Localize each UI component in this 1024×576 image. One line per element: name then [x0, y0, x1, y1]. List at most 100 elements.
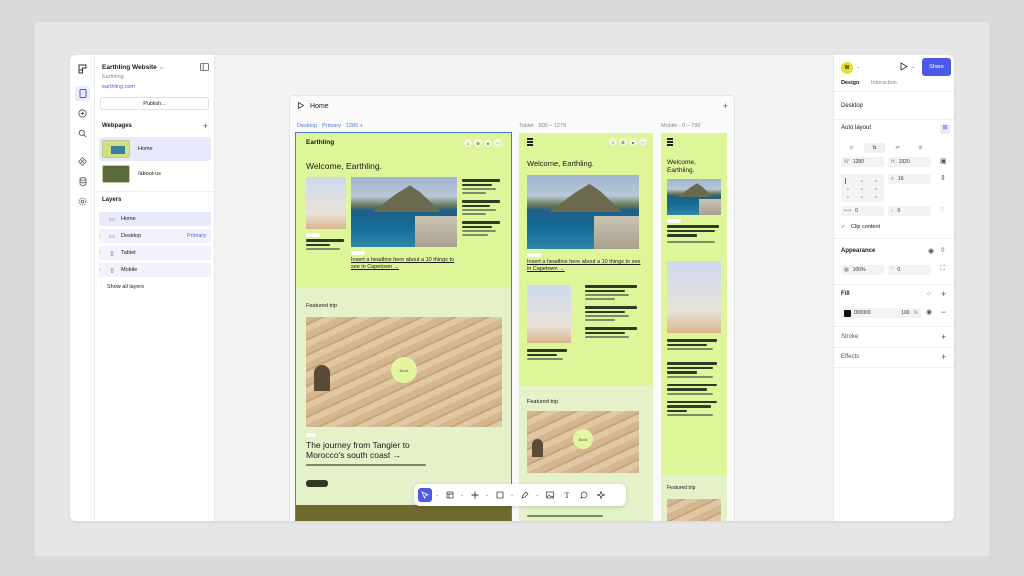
blend-icon[interactable]: ◊	[941, 247, 944, 254]
tab-interaction[interactable]: Interaction	[871, 80, 897, 86]
remove-fill-icon[interactable]: −	[941, 307, 946, 317]
avatar[interactable]: W	[841, 62, 853, 74]
component-icon[interactable]	[468, 488, 482, 502]
page-thumbnail	[102, 165, 130, 183]
desktop-frame[interactable]: Earthling ⌂ ⚙ ● ⋯ Welcome, Earthling. Inser…	[295, 132, 512, 521]
layer-label: Mobile	[121, 267, 138, 273]
cursor-icon[interactable]	[418, 488, 432, 502]
opacity-field[interactable]: ▦ 100%	[841, 265, 884, 275]
pen-icon[interactable]	[518, 488, 532, 502]
tab-design[interactable]: Design	[841, 80, 859, 86]
featured-excerpt	[306, 464, 436, 468]
visibility-icon[interactable]: ◉	[926, 308, 932, 316]
auto-layout-icon[interactable]: ⊞	[940, 124, 950, 134]
padding-settings-icon[interactable]: ◌	[940, 206, 944, 213]
chevron-right-icon[interactable]: ›	[99, 267, 107, 273]
database-icon[interactable]	[75, 174, 90, 189]
featured-headline[interactable]: The journey from Tangier to Morocco's so…	[306, 440, 426, 460]
chevron-down-icon[interactable]: ⌄	[535, 492, 540, 498]
read-more-button[interactable]	[306, 480, 328, 487]
chevron-down-icon[interactable]: ⌄	[510, 492, 515, 498]
vertical-layout-icon[interactable]: ⇅	[864, 143, 885, 153]
layer-tablet[interactable]: › ▯ Tablet	[99, 246, 211, 260]
auto-layout-heading: Auto layout	[841, 125, 872, 131]
add-fill-icon[interactable]: +	[941, 289, 946, 299]
comment-icon[interactable]	[577, 488, 591, 502]
article-headline[interactable]: Insert a headline here about a 10 things…	[527, 259, 643, 273]
add-page-icon[interactable]: +	[203, 122, 208, 131]
play-icon[interactable]	[298, 101, 305, 111]
preview-play-icon[interactable]	[900, 62, 908, 73]
publish-button[interactable]: Publish...	[100, 97, 209, 110]
radius-field[interactable]: ⌜ 0	[888, 265, 931, 275]
pages-icon[interactable]	[75, 86, 90, 101]
width-field[interactable]: W 1280	[841, 157, 884, 167]
chevron-down-icon[interactable]: ⌄	[435, 492, 440, 498]
padding-v-icon: ↕	[891, 208, 894, 214]
tool-rail	[70, 55, 95, 521]
search-icon[interactable]	[75, 126, 90, 141]
page-item-about[interactable]: /about-us	[99, 162, 211, 186]
image-icon[interactable]	[543, 488, 557, 502]
horizontal-layout-icon[interactable]: ⇄	[887, 143, 908, 153]
layer-mobile[interactable]: › ▯ Mobile	[99, 263, 211, 277]
header-icons: ⌂ ⚙ ● ⋯	[609, 138, 647, 146]
show-all-layers[interactable]: ⋮ Show all layers	[99, 280, 211, 294]
app-logo-icon[interactable]	[75, 61, 90, 76]
share-button[interactable]: Share	[922, 58, 951, 76]
fill-color-field[interactable]: 000000 100%	[841, 308, 921, 318]
add-stroke-icon[interactable]: +	[941, 332, 946, 342]
page-label: /about-us	[138, 171, 161, 177]
book-badge[interactable]: Book	[573, 429, 593, 449]
gap-field[interactable]: ≡ 16	[888, 174, 931, 184]
layer-home[interactable]: ▭ Home	[99, 212, 211, 226]
resize-icon[interactable]: ▣	[940, 157, 947, 165]
primary-tag: Primary	[187, 233, 206, 239]
book-badge[interactable]: Book	[391, 357, 417, 383]
rectangle-icon[interactable]	[493, 488, 507, 502]
chevron-down-icon[interactable]: ⌄	[856, 64, 860, 70]
ai-icon[interactable]	[594, 488, 608, 502]
toggle-sidebar-icon[interactable]	[200, 63, 209, 73]
fill-swatch[interactable]	[844, 310, 851, 317]
site-domain-link[interactable]: earthling.com	[102, 84, 135, 90]
breakpoint-label-tablet[interactable]: Tablet · 800 – 1279	[519, 123, 566, 129]
height-field[interactable]: H 1920	[888, 157, 931, 167]
padding-vertical-field[interactable]: ↕ 0	[888, 206, 931, 216]
chevron-down-icon[interactable]: ⌄	[460, 492, 465, 498]
layer-desktop[interactable]: › ▭ Desktop Primary	[99, 229, 211, 243]
visibility-icon[interactable]: ◉	[928, 247, 934, 255]
add-effect-icon[interactable]: +	[941, 352, 946, 362]
project-title[interactable]: Earthling Website ⌄	[102, 63, 164, 71]
alignment-grid[interactable]	[841, 174, 884, 202]
padding-horizontal-field[interactable]: ⟷ 0	[841, 206, 884, 216]
components-icon[interactable]	[75, 154, 90, 169]
frame-icon[interactable]	[443, 488, 457, 502]
align-left-icon[interactable]: ⊟	[841, 143, 862, 153]
grid-layout-icon[interactable]: ⊞	[910, 143, 931, 153]
add-icon[interactable]	[75, 106, 90, 121]
small-article	[527, 349, 571, 362]
page-frame-title: Home	[310, 102, 329, 110]
add-breakpoint-icon[interactable]: +	[723, 101, 728, 111]
canvas[interactable]: Home + Desktop · Primary · 1280 + Tablet…	[215, 55, 833, 521]
corner-settings-icon[interactable]: ⛶	[940, 265, 945, 273]
page-item-home[interactable]: Home	[99, 137, 211, 161]
settings-icon[interactable]	[75, 194, 90, 209]
breakpoint-label-mobile[interactable]: Mobile · 0 – 799	[661, 123, 700, 129]
styles-icon[interactable]: ⁘	[926, 290, 932, 298]
text-icon[interactable]: T	[560, 488, 574, 502]
article-headline[interactable]: Insert a headline here about a 10 things…	[351, 257, 461, 271]
chevron-right-icon[interactable]: ›	[99, 250, 107, 256]
sky-image	[527, 285, 571, 343]
breakpoint-label-desktop[interactable]: Desktop · Primary · 1280 +	[297, 123, 363, 129]
chevron-down-icon[interactable]: ⌄	[485, 492, 490, 498]
chevron-right-icon[interactable]: ›	[99, 233, 107, 239]
clip-content-checkbox[interactable]: ✓	[841, 224, 847, 230]
chevron-down-icon[interactable]: ⌄	[911, 64, 915, 70]
padding-h-icon: ⟷	[844, 208, 852, 214]
distribute-icon[interactable]: ⇕	[940, 174, 946, 182]
mobile-frame[interactable]: Welcome, Earthling. Featured trip	[661, 133, 727, 521]
tablet-frame[interactable]: ⌂ ⚙ ● ⋯ Welcome, Earthling. Insert a headli…	[519, 133, 653, 521]
capetown-image	[667, 179, 721, 215]
